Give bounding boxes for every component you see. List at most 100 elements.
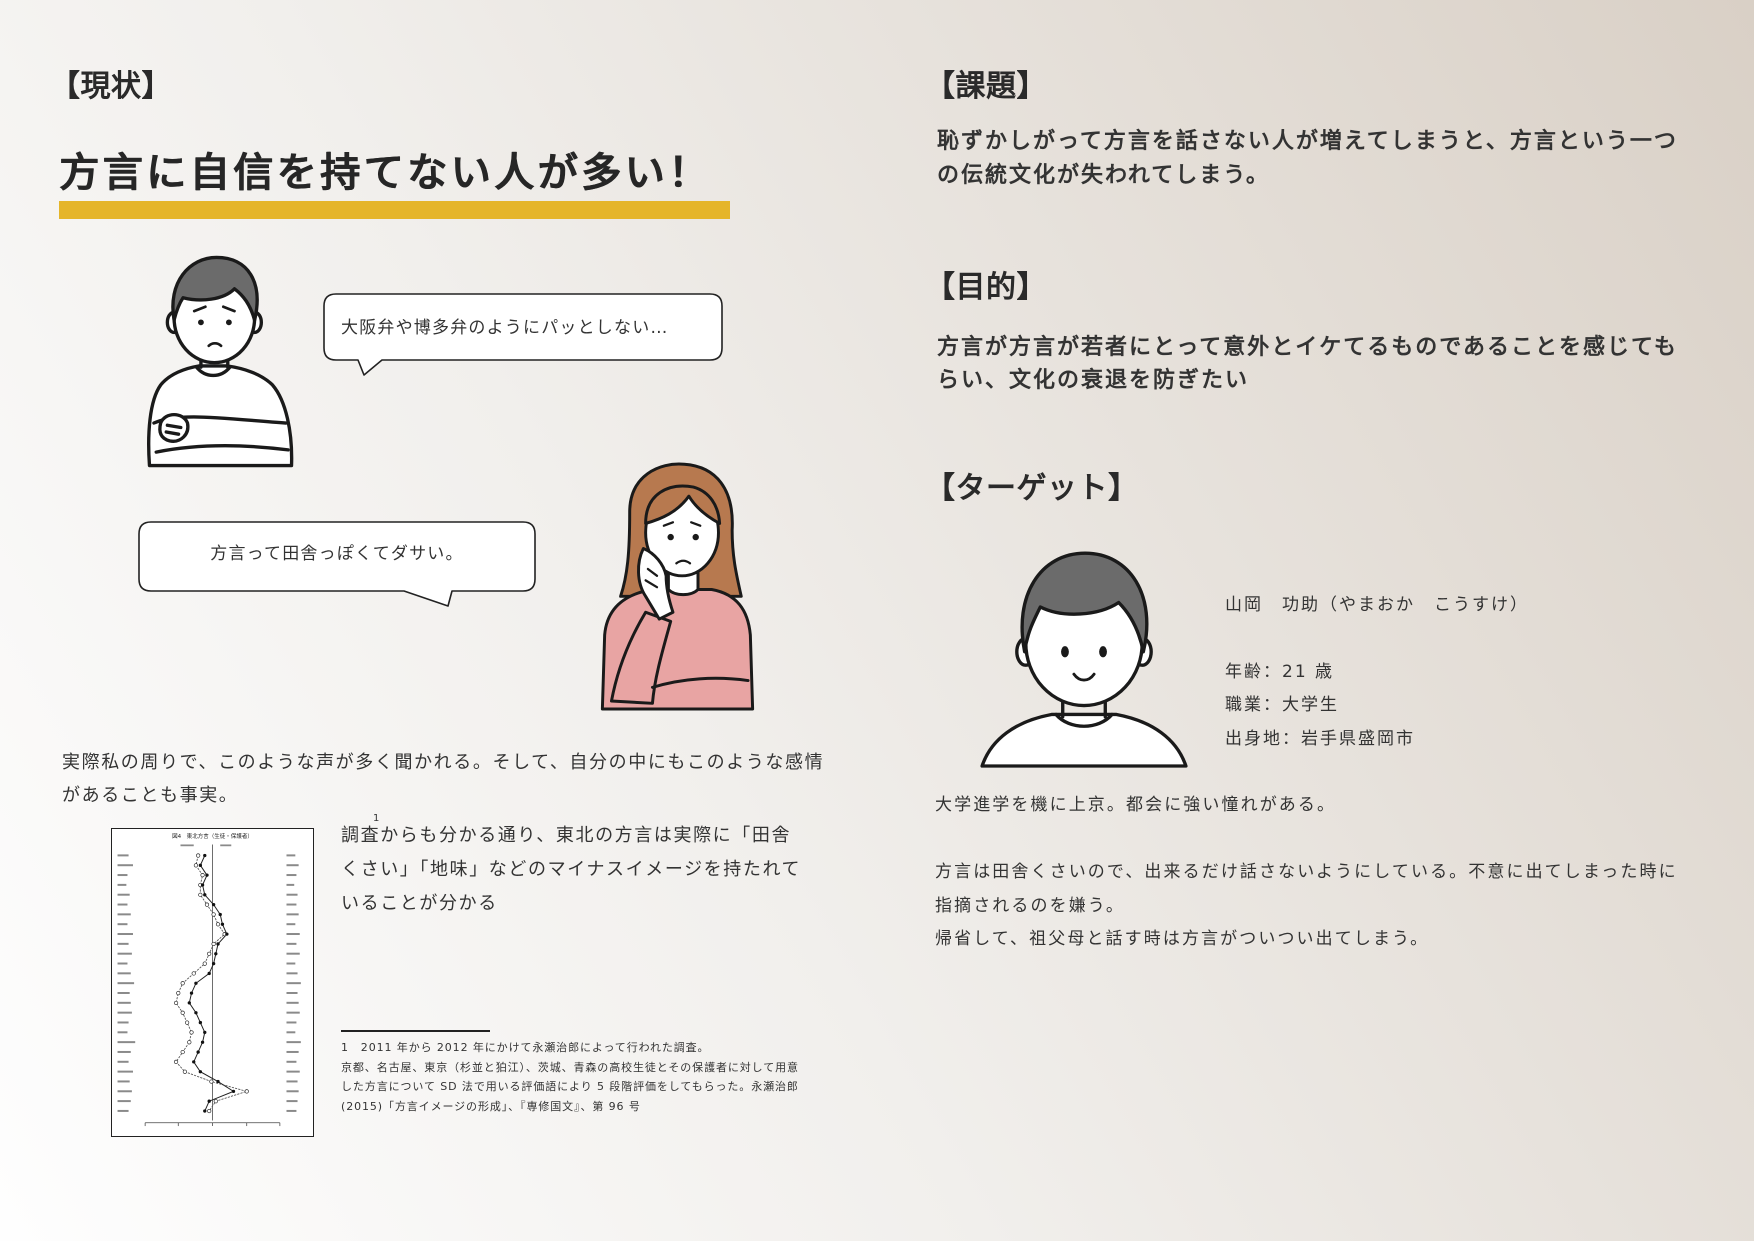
avatar-eye-left <box>1061 646 1069 658</box>
figure-point-filled <box>205 873 209 877</box>
profile-occupation: 職業：大学生 <box>1225 695 1339 715</box>
figure-right-label <box>286 952 300 955</box>
profile-hometown: 出身地：岩手県盛岡市 <box>1225 729 1415 749</box>
figure-point-open <box>193 863 199 868</box>
purpose-heading: 【目的】 <box>925 270 1047 305</box>
issue-line-2: の伝統文化が失われてしまう。 <box>937 162 1270 188</box>
figure-point-open <box>191 971 196 976</box>
figure-left-label <box>117 903 128 906</box>
figure-right-label <box>286 1021 297 1024</box>
figure-right-label <box>286 1050 299 1053</box>
figure-point-filled <box>207 1099 211 1103</box>
figure-point-open <box>207 951 212 956</box>
purpose-line-1: 方言が方言が若者にとって意外とイケてるものであることを感じても <box>937 334 1678 360</box>
figure-right-label <box>286 854 296 857</box>
figure-point-open <box>182 1069 187 1074</box>
girl-eye-right <box>692 533 699 541</box>
target-description-line-2: 方言は田舎くさいので、出来るだけ話さないようにしている。不意に出てしまった時に <box>935 862 1678 882</box>
footnote-line-4: (2015)「方言イメージの形成」、『専修国文』、第 96 号 <box>341 1100 641 1113</box>
worried-boy-illustration <box>147 255 294 468</box>
figure-right-label <box>286 1090 299 1093</box>
figure-point-filled <box>194 1011 198 1015</box>
figure-legend-label <box>180 844 194 847</box>
figure-right-label <box>286 1041 301 1044</box>
target-description-line-4: 帰省して、祖父母と話す時は方言がついつい出てしまう。 <box>935 929 1430 949</box>
target-heading: 【ターゲット】 <box>925 471 1139 506</box>
figure-left-label <box>117 1011 132 1014</box>
issue-line-1: 恥ずかしがって方言を話さない人が増えてしまうと、方言という一つ <box>937 128 1678 154</box>
figure-point-filled <box>216 1079 220 1084</box>
figure-right-label <box>286 1060 297 1063</box>
figure-right-label <box>286 923 296 926</box>
figure-right-label <box>286 1080 298 1083</box>
figure-point-filled <box>203 853 207 858</box>
figure-left-label <box>117 1050 131 1053</box>
figure-left-label <box>117 913 131 916</box>
figure-point-open <box>180 1010 185 1015</box>
survey-figure-title: 図4 東北方言（生徒・保護者） <box>172 832 253 840</box>
figure-point-filled <box>200 1040 205 1044</box>
figure-right-label <box>286 864 299 867</box>
figure-left-label <box>117 1001 131 1004</box>
figure-left-label <box>117 1041 136 1044</box>
figure-left-label <box>117 1060 129 1063</box>
figure-left-label <box>117 854 129 857</box>
issue-heading: 【課題】 <box>925 69 1047 104</box>
figure-point-filled <box>192 1060 196 1064</box>
survey-figure-plot: 図4 東北方言（生徒・保護者） <box>117 832 301 1127</box>
figure-point-filled <box>198 863 203 867</box>
footnote-line-3: した方言について SD 法で用いる評価語により 5 段階評価をしてもらった。永瀬… <box>341 1080 799 1093</box>
figure-left-label <box>117 962 128 965</box>
figure-point-filled <box>203 1109 207 1113</box>
figure-point-filled <box>200 883 205 887</box>
figure-point-filled <box>231 1089 236 1094</box>
figure-left-label <box>117 1021 129 1024</box>
figure-point-open <box>198 892 203 897</box>
purpose-line-2: らい、文化の衰退を防ぎたい <box>937 367 1250 393</box>
figure-left-label <box>117 1109 129 1112</box>
figure-point-filled <box>187 1001 191 1005</box>
figure-right-label <box>286 933 300 936</box>
figure-right-label <box>286 962 296 965</box>
figure-point-open <box>213 1099 218 1104</box>
avatar-shoulders <box>980 712 1188 768</box>
footnote-line-2: 京都、名古屋、東京（杉並と狛江）、茨城、青森の高校生徒とその保護者に対して用意 <box>341 1061 799 1074</box>
speech-bubble-2-text: 方言って田舎っぽくてダサい。 <box>210 544 464 564</box>
figure-point-open <box>200 873 205 878</box>
figure-point-open <box>215 922 221 927</box>
figure-point-filled <box>207 971 211 976</box>
figure-point-filled <box>211 902 216 907</box>
figure-point-filled <box>198 1070 203 1074</box>
figure-point-filled <box>218 912 222 917</box>
survey-text-line-3: いることが分かる <box>341 893 498 914</box>
figure-left-label <box>117 1031 128 1034</box>
figure-point-filled <box>203 1030 207 1035</box>
worried-girl-illustration <box>600 462 755 711</box>
figure-right-label <box>286 874 297 877</box>
figure-right-label <box>286 972 298 975</box>
figure-right-label <box>286 1070 300 1073</box>
footnote-reference-mark: 1 <box>373 813 380 824</box>
footnote-line-1: 1 2011 年から 2012 年にかけて永瀬治郎によって行われた調査。 <box>341 1041 710 1054</box>
figure-point-open <box>202 961 207 966</box>
target-avatar <box>980 551 1188 768</box>
figure-right-label <box>286 1001 299 1004</box>
figure-left-label <box>117 952 132 955</box>
figure-left-label <box>117 1080 130 1083</box>
figure-point-filled <box>203 893 207 897</box>
figure-point-open <box>176 991 181 996</box>
figure-point-open <box>207 1108 212 1114</box>
figure-point-open <box>209 1079 214 1084</box>
footnote-separator <box>341 1030 490 1032</box>
paragraph-line-2: があることも事実。 <box>62 785 239 806</box>
figure-point-filled <box>225 932 229 936</box>
figure-point-open <box>187 1040 192 1045</box>
figure-point-filled <box>211 961 216 966</box>
paragraph-line-1: 実際私の周りで、このような声が多く聞かれる。そして、自分の中にもこのような感情 <box>62 752 825 773</box>
figure-left-label <box>117 893 130 896</box>
figure-point-open <box>196 853 201 858</box>
target-description-line-3: 指摘されるのを嫌う。 <box>935 896 1125 916</box>
figure-point-open <box>211 941 216 947</box>
figure-right-label <box>286 982 301 985</box>
survey-text-line-1: 調査からも分かる通り、東北の方言は実際に「田舎 <box>341 825 792 846</box>
